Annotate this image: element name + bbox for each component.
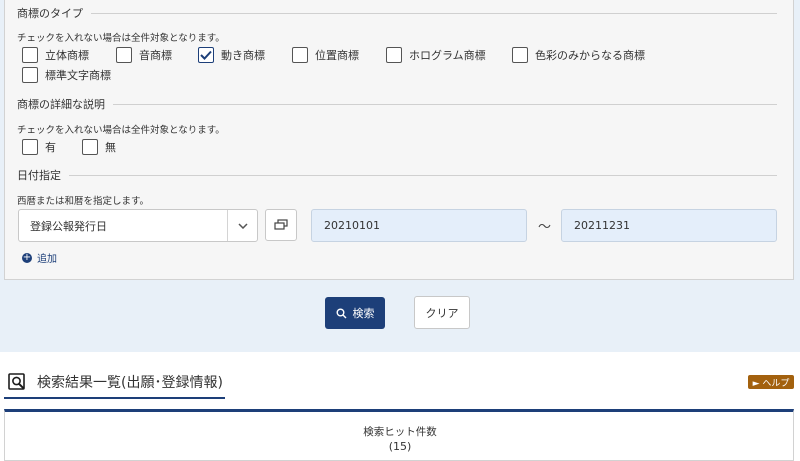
add-date-link[interactable]: + 追加	[22, 250, 57, 265]
checkbox-position-trademark[interactable]: 位置商標	[292, 47, 359, 63]
copy-icon	[274, 219, 288, 230]
checkbox-box[interactable]	[22, 139, 38, 155]
section-title-trademark-type: 商標のタイプ	[17, 7, 83, 20]
date-note: 西暦または和暦を指定します。	[17, 196, 150, 207]
section-title-detailed-description: 商標の詳細な説明	[17, 98, 105, 111]
checkbox-box[interactable]	[22, 67, 38, 83]
search-document-icon	[8, 373, 25, 390]
checkbox-box-checked[interactable]	[198, 47, 214, 63]
plus-circle-icon: +	[22, 251, 32, 263]
section-detailed-description: 商標の詳細な説明	[17, 96, 777, 112]
clear-button-label: クリア	[425, 306, 459, 320]
date-range-separator: ～	[538, 220, 552, 235]
checkbox-box[interactable]	[386, 47, 402, 63]
checkbox-label: 動き商標	[221, 49, 265, 62]
checkbox-detail-no[interactable]: 無	[82, 139, 116, 155]
checkbox-label: 位置商標	[315, 49, 359, 62]
section-title-date: 日付指定	[17, 169, 61, 182]
add-date-label: 追加	[37, 254, 57, 265]
checkbox-box[interactable]	[116, 47, 132, 63]
section-trademark-type: 商標のタイプ	[17, 5, 777, 21]
results-title: 検索結果一覧(出願･登録情報)	[37, 375, 223, 391]
checkbox-label: 音商標	[139, 49, 172, 62]
checkbox-hologram-trademark[interactable]: ホログラム商標	[386, 47, 486, 63]
search-button[interactable]: 検索	[325, 297, 385, 329]
checkbox-detail-yes[interactable]: 有	[22, 139, 56, 155]
checkbox-label: 立体商標	[45, 49, 89, 62]
results-title-underline	[4, 397, 225, 399]
checkbox-label: 色彩のみからなる商標	[535, 49, 645, 62]
search-button-label: 検索	[352, 307, 375, 320]
checkbox-label: ホログラム商標	[409, 49, 486, 62]
checkbox-box[interactable]	[292, 47, 308, 63]
help-button[interactable]: ► ヘルプ	[748, 375, 794, 389]
checkbox-box[interactable]	[22, 47, 38, 63]
checkbox-label: 有	[45, 141, 56, 154]
copy-button[interactable]	[265, 209, 297, 241]
results-heading: 検索結果一覧(出願･登録情報)	[8, 372, 223, 392]
checkbox-label: 無	[105, 141, 116, 154]
divider	[69, 174, 777, 176]
divider	[113, 103, 777, 105]
checkbox-sound-trademark[interactable]: 音商標	[116, 47, 172, 63]
section-date: 日付指定	[17, 167, 777, 183]
date-type-select[interactable]: 登録公報発行日	[18, 209, 258, 242]
divider	[91, 12, 777, 14]
date-type-select-value: 登録公報発行日	[30, 219, 107, 233]
chevron-down-icon[interactable]	[227, 210, 257, 241]
checkbox-standard-character-trademark[interactable]: 標準文字商標	[22, 67, 111, 83]
checkbox-3d-trademark[interactable]: 立体商標	[22, 47, 89, 63]
clear-button[interactable]: クリア	[414, 296, 470, 329]
hit-count-value: (15)	[388, 440, 412, 453]
detail-note: チェックを入れない場合は全件対象となります。	[17, 125, 225, 136]
hit-count-label: 検索ヒット件数	[363, 426, 437, 438]
checkbox-box[interactable]	[82, 139, 98, 155]
checkbox-box[interactable]	[512, 47, 528, 63]
checkbox-motion-trademark[interactable]: 動き商標	[198, 47, 265, 63]
date-from-input[interactable]: 20210101	[311, 209, 527, 242]
checkbox-label: 標準文字商標	[45, 69, 111, 82]
checkbox-color-trademark[interactable]: 色彩のみからなる商標	[512, 47, 645, 63]
trademark-type-note: チェックを入れない場合は全件対象となります。	[17, 33, 225, 44]
search-icon	[336, 308, 346, 318]
date-to-input[interactable]: 20211231	[561, 209, 777, 242]
